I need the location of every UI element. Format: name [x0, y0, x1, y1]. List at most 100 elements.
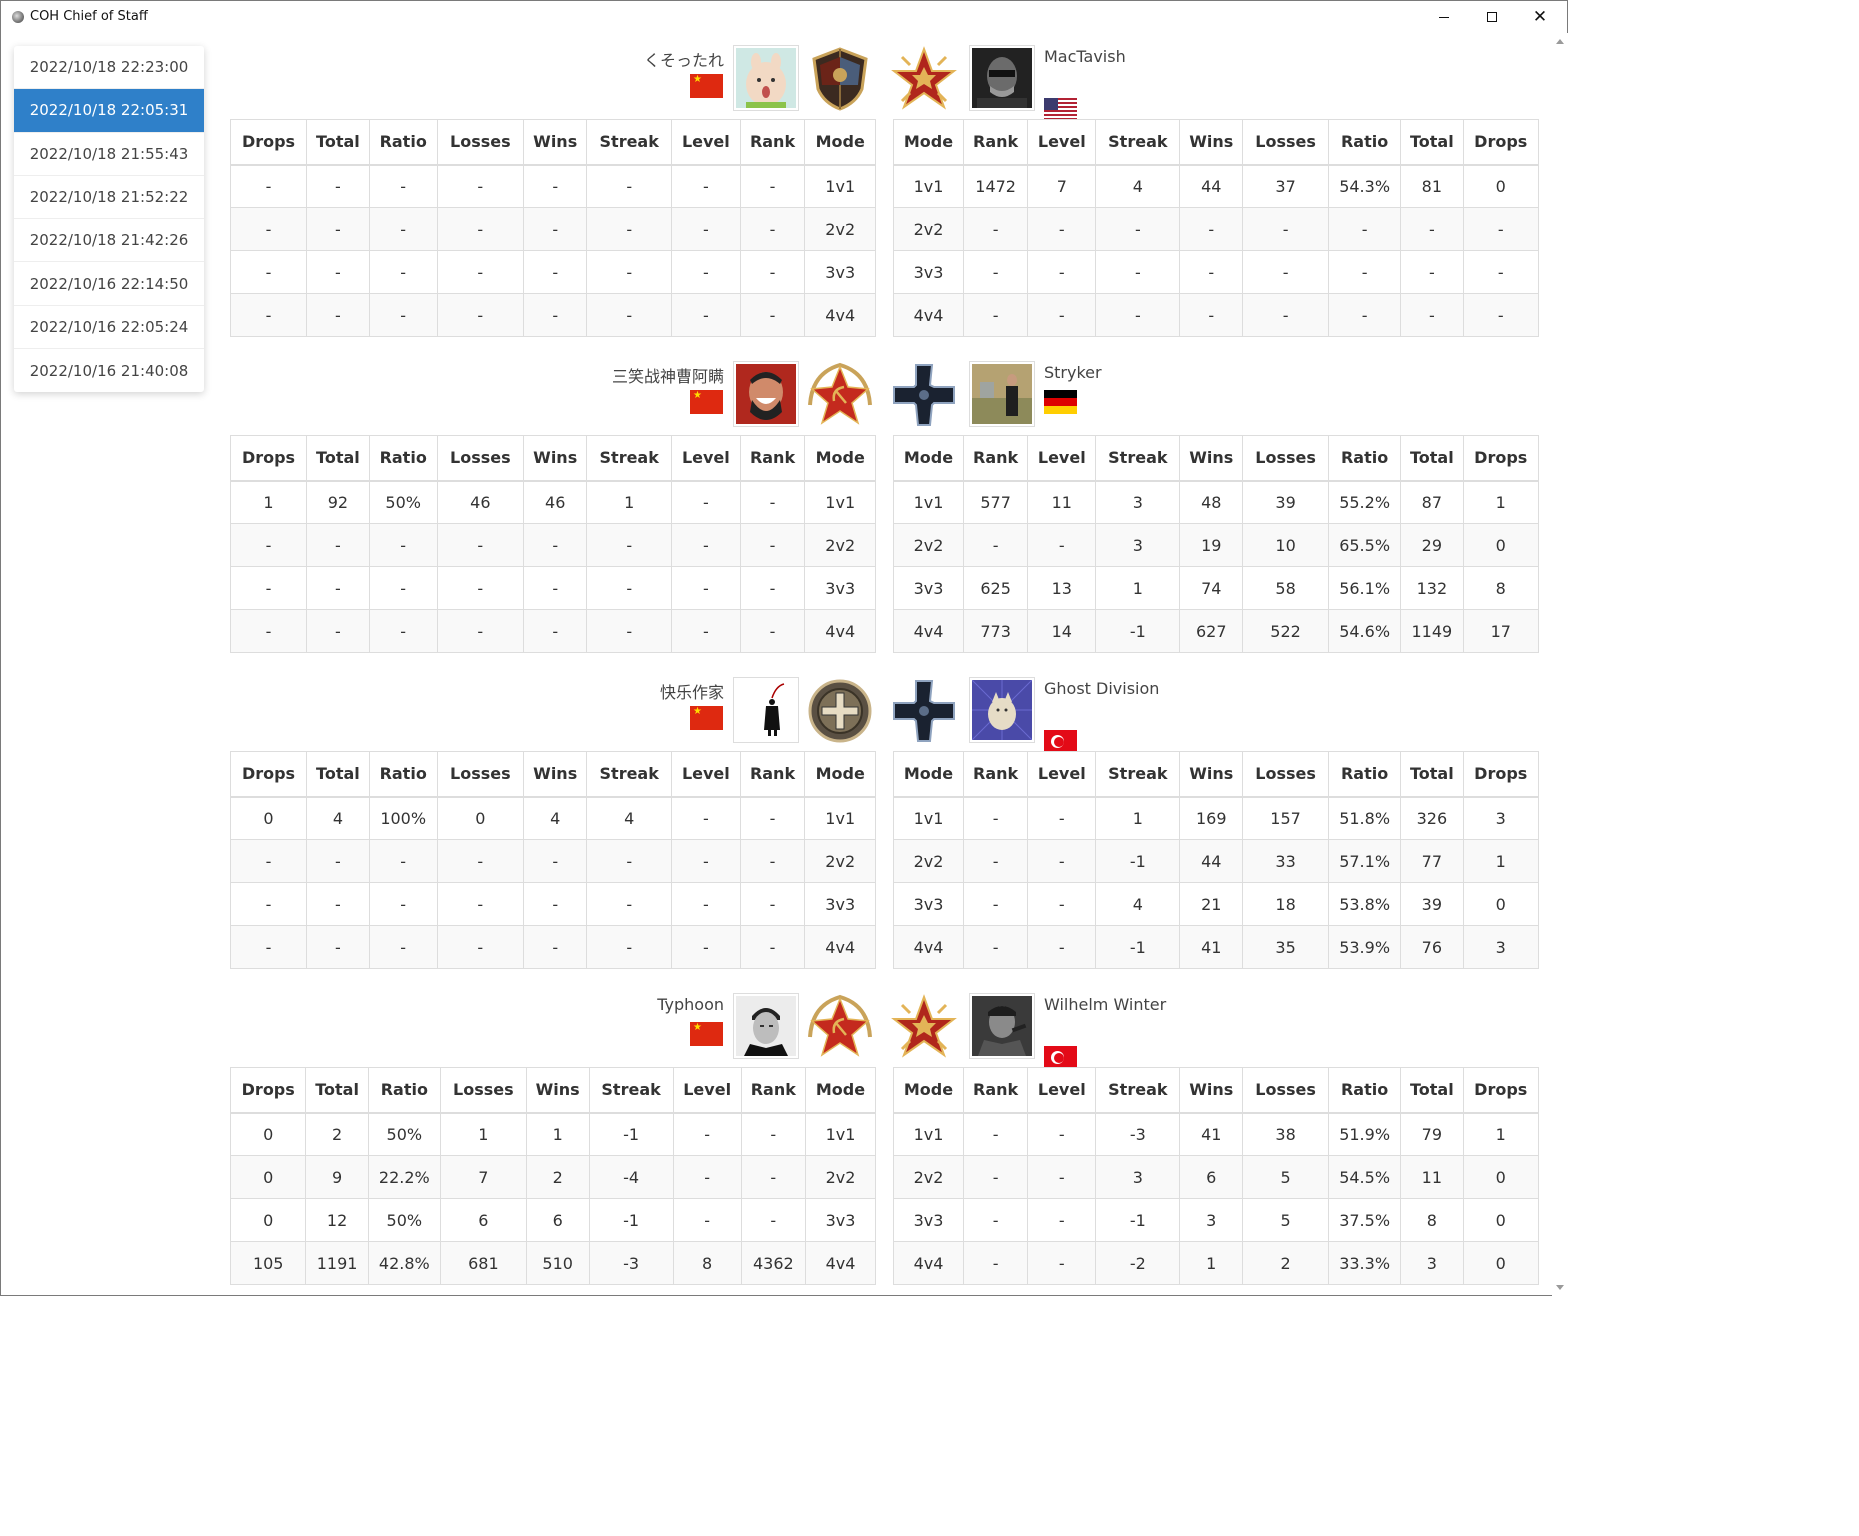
- vertical-scrollbar[interactable]: [1552, 33, 1568, 1296]
- table-cell: 522: [1242, 609, 1329, 653]
- stats-tables: Drops Total Ratio Losses Wins Streak Level Rank…: [229, 1067, 1539, 1285]
- laughing-man-avatar[interactable]: [733, 361, 799, 427]
- column-header: Ratio: [368, 119, 438, 166]
- table-cell: 48: [1179, 480, 1244, 524]
- table-cell: 81: [1400, 164, 1464, 208]
- column-header: Total: [1400, 119, 1464, 166]
- table-cell: -: [671, 523, 741, 567]
- history-item[interactable]: 2022/10/16 22:05:24: [14, 306, 204, 350]
- table-cell: 33: [1242, 839, 1329, 883]
- player-name[interactable]: Stryker: [1044, 363, 1102, 382]
- player-name[interactable]: 三笑战神曹阿瞒: [612, 363, 724, 387]
- history-item[interactable]: 2022/10/18 21:42:26: [14, 219, 204, 263]
- table-cell: 3v3: [804, 250, 876, 294]
- player-name[interactable]: 快乐作家: [660, 679, 724, 703]
- table-cell: -: [306, 250, 370, 294]
- table-row: 1v1- - -3 41 38 51.9% 79 1: [893, 1112, 1539, 1156]
- game-history-list: 2022/10/18 22:23:00 2022/10/18 22:05:31 20…: [14, 46, 204, 393]
- table-cell: 7: [1027, 164, 1097, 208]
- minimize-button[interactable]: [1421, 1, 1467, 33]
- matchup-block: Typhoon Wilhelm Winter DropsTotalRatioLoss…: [229, 993, 1539, 1285]
- table-cell: -: [306, 207, 370, 251]
- history-item[interactable]: 2022/10/18 22:05:31: [14, 89, 204, 133]
- hanging-figure-avatar[interactable]: [733, 677, 799, 743]
- history-item[interactable]: 2022/10/18 21:52:22: [14, 176, 204, 220]
- soldier-portrait-avatar[interactable]: [969, 993, 1035, 1059]
- table-row: - - - - - - - -3v3: [229, 566, 876, 610]
- scroll-up-icon[interactable]: [1556, 39, 1564, 44]
- player-name[interactable]: くそったれ: [644, 47, 724, 71]
- table-cell: 37.5%: [1327, 1198, 1402, 1242]
- history-item[interactable]: 2022/10/16 21:40:08: [14, 349, 204, 392]
- table-row: 105 1191 42.8% 681 510 -3 8 4362 4v4: [229, 1241, 877, 1285]
- table-cell: 0: [1462, 1241, 1539, 1285]
- table-cell: -: [740, 1155, 806, 1199]
- officer-portrait-avatar[interactable]: [733, 993, 799, 1059]
- table-cell: 4v4: [804, 1241, 877, 1285]
- table-cell: 12: [305, 1198, 369, 1242]
- table-cell: -: [1462, 293, 1539, 337]
- table-cell: 4: [523, 796, 588, 840]
- man-field-avatar[interactable]: [969, 361, 1035, 427]
- table-cell: -: [436, 925, 525, 969]
- table-cell: -: [962, 1198, 1029, 1242]
- bunny-avatar[interactable]: [733, 45, 799, 111]
- table-cell: -: [523, 250, 588, 294]
- table-cell: -: [1327, 293, 1402, 337]
- iron-cross-emblem-icon: [890, 677, 958, 745]
- maximize-button[interactable]: [1469, 1, 1515, 33]
- column-header: Rank: [740, 1067, 806, 1114]
- table-cell: -: [586, 523, 673, 567]
- player-name[interactable]: Ghost Division: [1044, 679, 1159, 698]
- table-cell: -: [523, 882, 588, 926]
- table-cell: -: [1462, 250, 1539, 294]
- table-cell: 3: [1179, 1198, 1244, 1242]
- app-window: COH Chief of Staff ✕ 2022/10/18 22:23:00…: [0, 0, 1568, 1296]
- table-cell: 51.9%: [1327, 1112, 1402, 1156]
- table-cell: 625: [962, 566, 1029, 610]
- table-cell: -: [306, 293, 370, 337]
- maximize-icon: [1487, 12, 1497, 22]
- table-cell: 4: [586, 796, 673, 840]
- column-header: Level: [1027, 119, 1097, 166]
- table-row: 3v3 625 13 1 74 58 56.1% 132 8: [893, 566, 1539, 610]
- table-cell: -: [739, 164, 806, 208]
- table-cell: 57.1%: [1327, 839, 1402, 883]
- close-button[interactable]: ✕: [1517, 1, 1563, 33]
- scroll-down-icon[interactable]: [1556, 1285, 1564, 1290]
- player-name[interactable]: Typhoon: [657, 995, 724, 1014]
- table-cell: -: [1242, 250, 1329, 294]
- history-item[interactable]: 2022/10/18 21:55:43: [14, 133, 204, 176]
- player-name[interactable]: MacTavish: [1044, 47, 1126, 66]
- stats-tables: Drops Total Ratio Losses Wins Streak Level Rank…: [229, 751, 1539, 969]
- table-cell: -: [368, 207, 438, 251]
- table-cell: 1: [229, 480, 308, 524]
- window-title: COH Chief of Staff: [30, 9, 148, 24]
- iron-cross-emblem-icon: [890, 361, 958, 429]
- column-header: Streak: [588, 1067, 674, 1114]
- history-item[interactable]: 2022/10/16 22:14:50: [14, 262, 204, 306]
- table-cell: -: [672, 1155, 742, 1199]
- table-cell: -: [740, 1198, 806, 1242]
- masked-soldier-avatar[interactable]: [969, 45, 1035, 111]
- matchup-block: 快乐作家 Ghost Division DropsTotalRatioLossesW…: [229, 677, 1539, 969]
- history-item[interactable]: 2022/10/18 22:23:00: [14, 46, 204, 90]
- table-cell: 4v4: [893, 1241, 964, 1285]
- table-cell: -: [368, 882, 438, 926]
- table-cell: 54.5%: [1327, 1155, 1402, 1199]
- table-cell: -4: [588, 1155, 674, 1199]
- table-cell: 0: [229, 796, 308, 840]
- table-cell: -: [962, 1155, 1029, 1199]
- table-cell: -: [368, 839, 438, 883]
- table-cell: -: [436, 839, 525, 883]
- table-cell: 35: [1242, 925, 1329, 969]
- table-cell: -: [739, 207, 806, 251]
- column-header: Drops: [1462, 1067, 1539, 1114]
- cat-avatar[interactable]: [969, 677, 1035, 743]
- table-cell: -1: [1095, 609, 1181, 653]
- table-row: 1v1 577 11 3 48 39 55.2% 87 1: [893, 480, 1539, 524]
- table-cell: 157: [1242, 796, 1329, 840]
- player-name[interactable]: Wilhelm Winter: [1044, 995, 1166, 1014]
- table-cell: -: [1179, 207, 1244, 251]
- table-row: - - - - - - - -2v2: [229, 523, 876, 567]
